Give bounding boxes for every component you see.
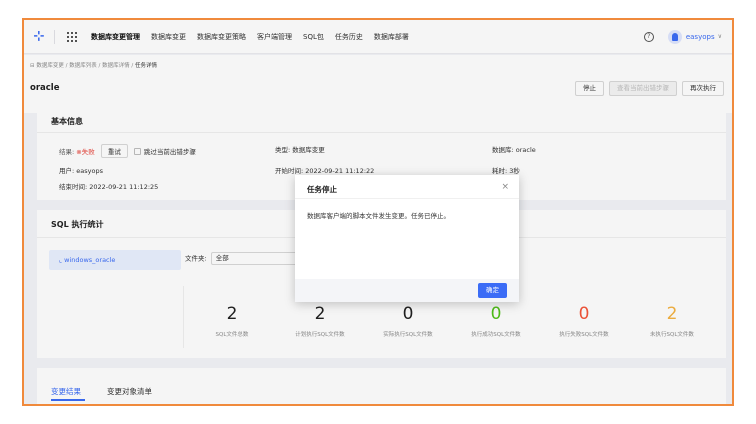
- modal-footer: 确定: [295, 279, 519, 302]
- task-stop-modal: 任务停止 × 数据库客户端的脚本文件发生变更。任务已停止。 确定: [295, 175, 519, 302]
- app-frame: ⊹ 数据库变更管理 数据库变更 数据库变更策略 客户端管理 SQL包 任务历史 …: [22, 18, 734, 406]
- close-icon[interactable]: ×: [501, 182, 509, 192]
- modal-title: 任务停止: [307, 185, 337, 194]
- divider: [295, 198, 519, 199]
- modal-message: 数据库客户端的脚本文件发生变更。任务已停止。: [307, 212, 450, 220]
- ok-button[interactable]: 确定: [478, 283, 507, 298]
